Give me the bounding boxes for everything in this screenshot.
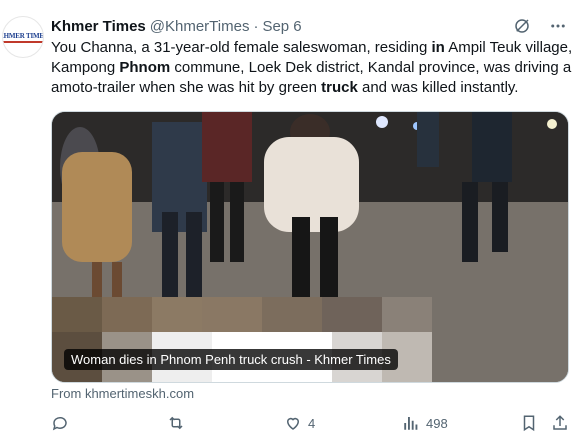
- heart-icon: [284, 414, 302, 432]
- separator-dot: ·: [253, 17, 259, 35]
- tweet-header: Khmer Times @KhmerTimes · Sep 6: [51, 16, 302, 36]
- more-icon[interactable]: [549, 17, 567, 35]
- media-card[interactable]: Woman dies in Phnom Penh truck crush - K…: [51, 111, 569, 383]
- display-name[interactable]: Khmer Times: [51, 18, 146, 35]
- avatar[interactable]: KHMER TIMES: [2, 16, 44, 58]
- media-photo: [52, 112, 568, 382]
- bookmark-icon: [520, 414, 538, 432]
- tweet-top-actions: [513, 16, 567, 36]
- tweet-text: You Channa, a 31-year-old female saleswo…: [51, 38, 576, 98]
- like-count: 4: [308, 415, 316, 431]
- tweet-text-segment: and was killed instantly.: [357, 79, 519, 96]
- share-icon: [551, 414, 569, 432]
- highlighted-term: Phnom: [119, 59, 171, 76]
- views-button[interactable]: 498: [402, 414, 448, 432]
- tweet-actions-bar: 4 498: [51, 414, 571, 436]
- highlighted-term: truck: [321, 79, 358, 96]
- highlighted-term: in: [431, 39, 445, 56]
- timestamp[interactable]: Sep 6: [262, 18, 301, 35]
- media-caption: Woman dies in Phnom Penh truck crush - K…: [64, 349, 398, 370]
- reply-icon: [51, 414, 69, 432]
- like-button[interactable]: 4: [284, 414, 315, 432]
- user-handle[interactable]: @KhmerTimes: [150, 18, 250, 35]
- retweet-icon: [166, 414, 186, 432]
- share-button[interactable]: [551, 414, 569, 432]
- tweet-text-segment: You Channa, a 31-year-old female saleswo…: [51, 39, 432, 56]
- views-count: 498: [426, 415, 448, 431]
- views-icon: [402, 414, 420, 432]
- link-source[interactable]: From khmertimeskh.com: [51, 386, 194, 401]
- khmer-times-logo: KHMER TIMES: [3, 32, 43, 43]
- grok-icon[interactable]: [513, 17, 531, 35]
- bookmark-button[interactable]: [520, 414, 538, 432]
- retweet-button[interactable]: [166, 414, 192, 432]
- reply-button[interactable]: [51, 414, 75, 432]
